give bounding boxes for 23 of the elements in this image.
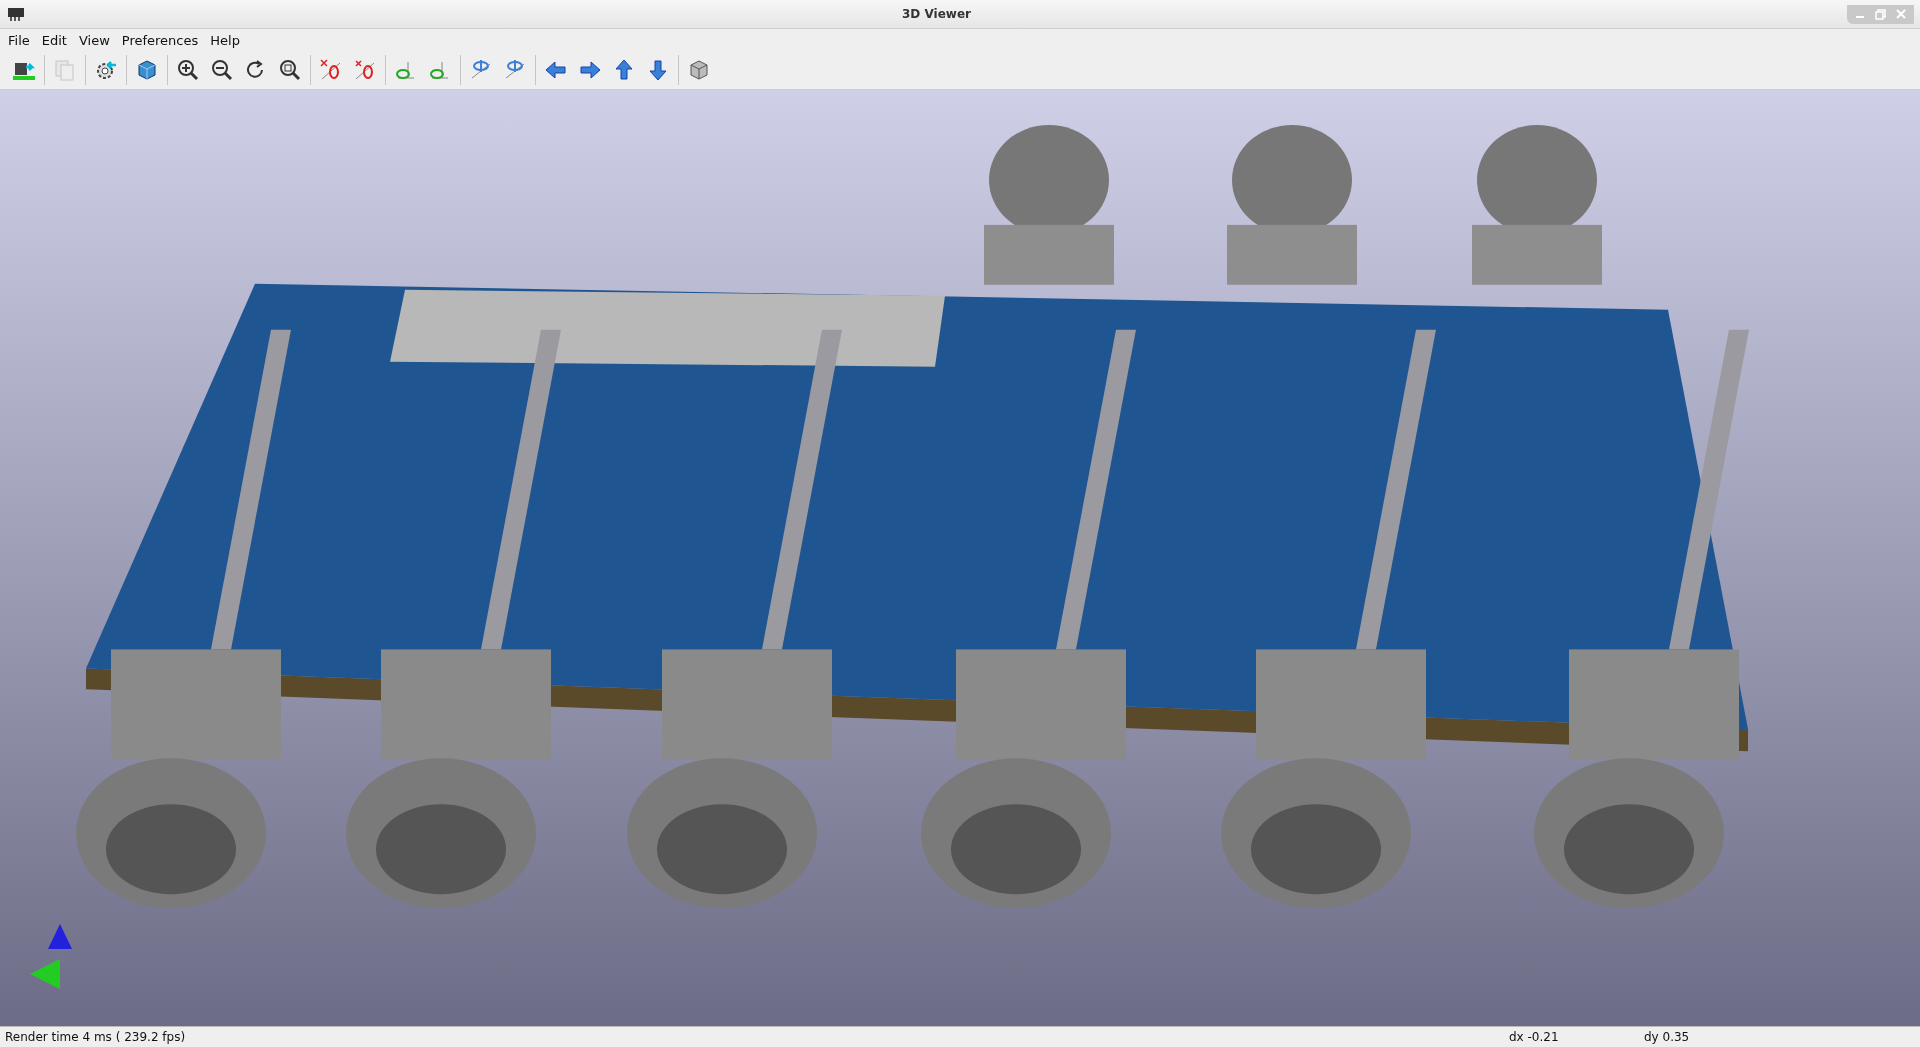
render-time: Render time 4 ms ( 239.2 fps) [4,1030,187,1044]
zoom-in-icon [176,58,200,82]
cube-icon [135,58,159,82]
rotate-icon [353,58,377,82]
dy-reading: dy 0.35 [1643,1030,1691,1044]
arrow-left-icon [544,58,568,82]
arrow-right-icon [578,58,602,82]
zoom-fit-icon [278,58,302,82]
dx-reading: dx -0.21 [1508,1030,1560,1044]
menu-item[interactable]: Edit [37,32,75,48]
menu-item[interactable]: Preferences [117,32,207,48]
menu-item[interactable]: Help [206,32,248,48]
rotate-icon [319,58,343,82]
cube-icon [687,58,711,82]
arrow-up-icon [612,58,636,82]
menu-item[interactable]: File [4,32,38,48]
zoom-out-icon [210,58,234,82]
chip-icon [6,6,26,22]
arrow-down-icon [646,58,670,82]
menu-item[interactable]: View [74,32,118,48]
gear-icon [94,58,118,82]
copy-icon [53,58,77,82]
window-title: 3D Viewer [902,7,971,21]
